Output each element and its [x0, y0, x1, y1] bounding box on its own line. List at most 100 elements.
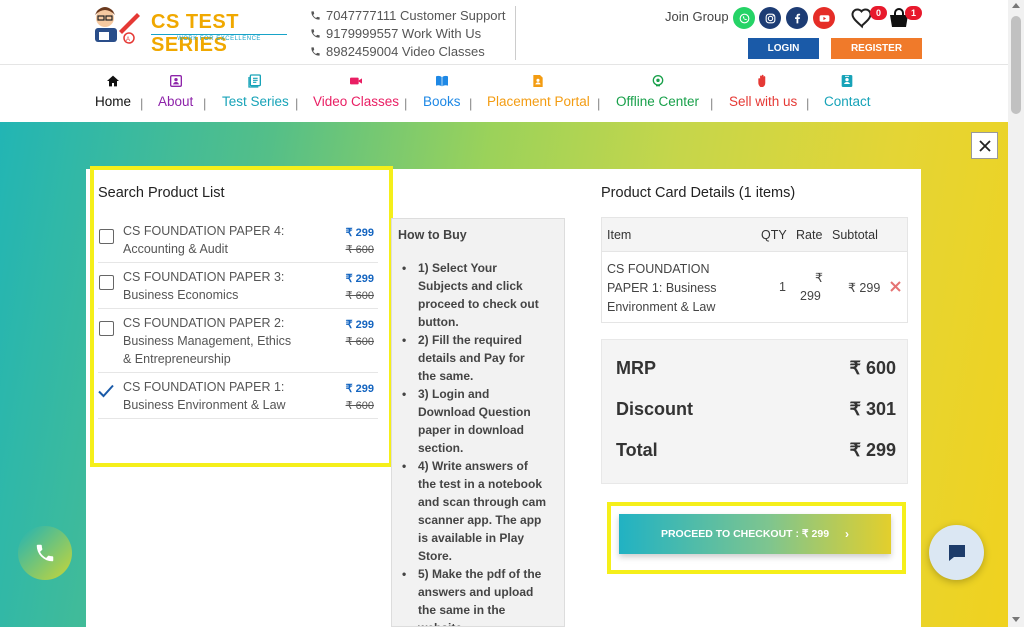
step-line: 4) Write answers of: [418, 459, 528, 473]
col-subtotal: Subtotal: [832, 228, 878, 242]
youtube-icon: [819, 14, 829, 22]
nav-label: Sell with us: [729, 94, 798, 109]
how-to-buy-panel: How to Buy 1) Select Your Subjects and c…: [391, 218, 565, 627]
nav-label: Test Series: [222, 94, 289, 109]
step-line: Store.: [418, 549, 453, 563]
close-icon: [978, 139, 991, 152]
step-line: 1) Select Your: [418, 261, 497, 275]
step-line: Subjects and click: [418, 279, 523, 293]
nav-video-classes[interactable]: Video Classes: [313, 73, 399, 109]
cart-row: CS FOUNDATION PAPER 1: Business Environm…: [602, 252, 907, 322]
step-line: details and Pay for: [418, 351, 525, 365]
contact-video-classes[interactable]: 8982459004 Video Classes: [310, 42, 515, 60]
join-group-label: Join Group: [665, 9, 729, 24]
facebook-icon: [794, 13, 800, 23]
nav-label: Books: [423, 94, 461, 109]
nav-books[interactable]: Books: [423, 73, 461, 109]
mrp-value: ₹ 600: [849, 358, 897, 378]
chat-button[interactable]: [929, 525, 984, 580]
step-line: Download Question: [418, 405, 531, 419]
contact-label: 7047777111 Customer Support: [326, 7, 506, 23]
instagram-link[interactable]: [759, 7, 781, 29]
step-line: paper in download: [418, 423, 525, 437]
cart-table: Item QTY Rate Subtotal CS FOUNDATION PAP…: [601, 217, 908, 323]
col-qty: QTY: [761, 228, 787, 242]
step-line: the test in a notebook: [418, 477, 543, 491]
hand-icon: [758, 74, 766, 87]
video-camera-icon: [350, 77, 363, 85]
remove-item-icon[interactable]: [890, 281, 901, 292]
mascot-logo-icon: A: [95, 7, 140, 44]
scroll-down-arrow-icon[interactable]: [1012, 617, 1020, 622]
register-button[interactable]: REGISTER: [831, 38, 922, 59]
login-button[interactable]: LOGIN: [748, 38, 819, 59]
step-line: answers and upload: [418, 585, 534, 599]
whatsapp-link[interactable]: [733, 7, 755, 29]
contact-card-icon: [841, 75, 853, 87]
nav-placement-portal[interactable]: Placement Portal: [487, 73, 590, 109]
how-to-buy-step: 5) Make the pdf of the answers and uploa…: [402, 565, 558, 626]
id-card-icon: [169, 75, 182, 87]
nav-label: Video Classes: [313, 94, 400, 109]
mrp-row: MRP ₹ 600: [616, 358, 896, 379]
phone-icon: [311, 46, 320, 56]
nav-label: Contact: [824, 94, 871, 109]
how-to-buy-step: 3) Login and Download Question paper in …: [402, 385, 558, 457]
cart-item-rate-symbol: ₹: [815, 271, 823, 285]
page-scrollbar[interactable]: [1008, 0, 1024, 627]
home-icon: [107, 75, 119, 87]
cart-item-line: CS FOUNDATION: [607, 262, 710, 276]
order-summary: MRP ₹ 600 Discount ₹ 301 Total ₹ 299: [601, 339, 908, 484]
step-line: scanner app. The app: [418, 513, 542, 527]
nav-home[interactable]: Home: [95, 73, 131, 109]
nav-separator: |: [203, 96, 207, 111]
contact-customer-support[interactable]: 7047777111 Customer Support: [310, 6, 515, 24]
how-to-buy-steps: 1) Select Your Subjects and click procee…: [402, 259, 558, 626]
step-line: proceed to check out: [418, 297, 539, 311]
nav-label: Home: [95, 94, 132, 109]
total-row: Total ₹ 299: [616, 440, 896, 461]
logo-tagline: WORK FOR EXCELLENCE: [151, 34, 287, 42]
youtube-link[interactable]: [813, 7, 835, 29]
svg-text:A: A: [126, 37, 130, 43]
step-line: section.: [418, 441, 464, 455]
nav-contact[interactable]: Contact: [824, 73, 871, 109]
nav-label: About: [158, 94, 194, 109]
total-label: Total: [616, 440, 658, 460]
step-line: is available in Play: [418, 531, 525, 545]
cart-table-header: Item QTY Rate Subtotal: [602, 218, 907, 252]
nav-sell-with-us[interactable]: Sell with us: [729, 73, 797, 109]
col-item: Item: [607, 228, 632, 242]
call-button[interactable]: [18, 526, 72, 580]
nav-label: Placement Portal: [487, 94, 590, 109]
step-line: 3) Login and: [418, 387, 490, 401]
step-line: button.: [418, 315, 459, 329]
step-line: the same in the: [418, 603, 506, 617]
document-user-icon: [533, 75, 544, 87]
col-rate: Rate: [796, 228, 823, 242]
site-logo[interactable]: A CS TEST SERIES WORK FOR EXCELLENCE: [85, 5, 290, 56]
phone-icon: [311, 28, 320, 38]
nav-separator: |: [710, 96, 714, 111]
nav-test-series[interactable]: Test Series: [222, 73, 289, 109]
nav-label: Offline Center: [616, 94, 700, 109]
how-to-buy-step: 1) Select Your Subjects and click procee…: [402, 259, 558, 331]
scroll-up-arrow-icon[interactable]: [1012, 3, 1020, 8]
contact-work-with-us[interactable]: 9179999557 Work With Us: [310, 24, 515, 42]
step-line: website.: [418, 619, 558, 626]
contact-label: 9179999557 Work With Us: [326, 25, 482, 41]
nav-separator: |: [295, 96, 299, 111]
cart-item-qty: 1: [779, 280, 786, 294]
close-modal-button[interactable]: [971, 132, 998, 159]
how-to-buy-step: 4) Write answers of the test in a notebo…: [402, 457, 558, 565]
cart-item-subtotal: ₹ 299: [848, 281, 881, 295]
nav-offline-center[interactable]: Offline Center: [616, 73, 699, 109]
wishlist-count-badge: 0: [870, 6, 887, 20]
cart-item-name: CS FOUNDATION PAPER 1: Business Environm…: [607, 260, 717, 317]
nav-about[interactable]: About: [158, 73, 193, 109]
nav-separator: |: [140, 96, 144, 111]
scroll-thumb[interactable]: [1011, 16, 1021, 114]
facebook-link[interactable]: [786, 7, 808, 29]
discount-row: Discount ₹ 301: [616, 399, 896, 420]
contact-numbers: 7047777111 Customer Support 9179999557 W…: [310, 6, 516, 60]
